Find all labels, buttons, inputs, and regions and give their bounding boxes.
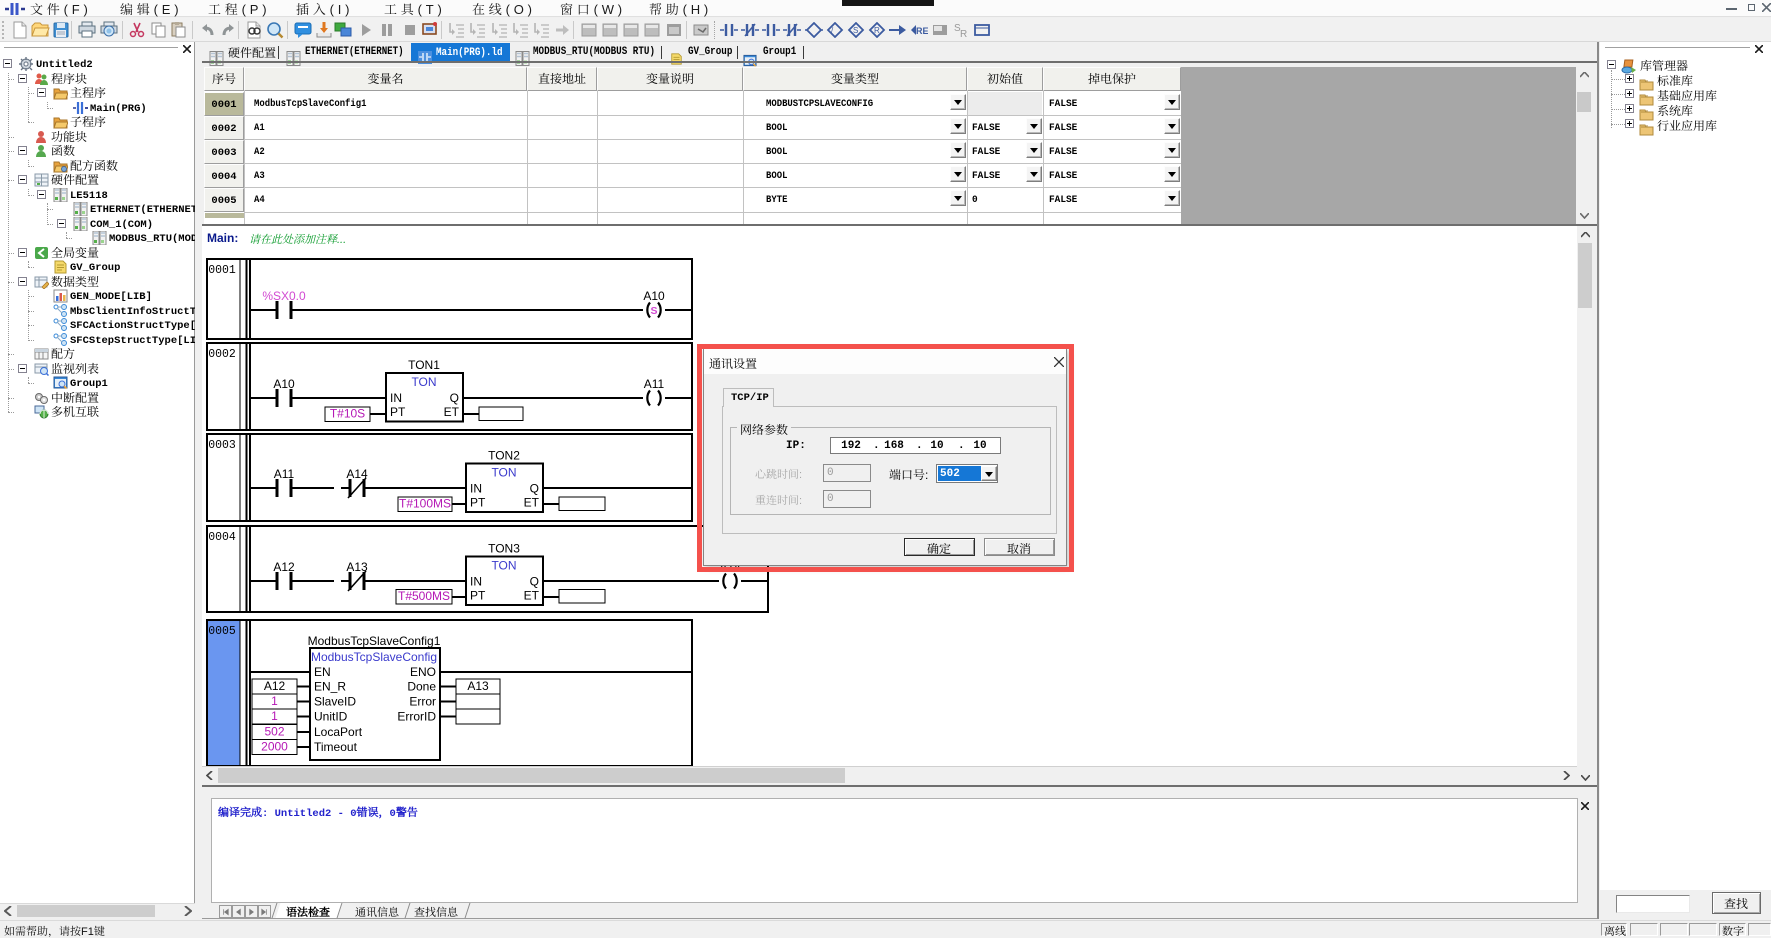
svg-text:2000: 2000	[261, 740, 288, 754]
svg-text:S: S	[650, 305, 657, 317]
svg-text:A13: A13	[346, 560, 368, 574]
svg-text:EN: EN	[314, 665, 331, 679]
svg-text:UnitID: UnitID	[314, 710, 348, 724]
svg-text:EN_R: EN_R	[314, 680, 346, 694]
svg-text:0005: 0005	[208, 625, 236, 638]
svg-text:PT: PT	[470, 589, 486, 603]
svg-text:RET: RET	[916, 26, 928, 36]
svg-text:ModbusTcpSlaveConfig1: ModbusTcpSlaveConfig1	[308, 634, 441, 648]
svg-text:T#100MS: T#100MS	[399, 497, 451, 511]
svg-text:A10: A10	[273, 377, 295, 391]
svg-text:TON: TON	[491, 559, 516, 573]
svg-text:Done: Done	[407, 680, 436, 694]
svg-text:%SX0.0: %SX0.0	[262, 289, 306, 303]
svg-text:LocaPort: LocaPort	[314, 725, 363, 739]
svg-text:TON3: TON3	[488, 542, 520, 556]
svg-text:ET: ET	[524, 589, 540, 603]
svg-text:TON: TON	[491, 466, 516, 480]
svg-text:IN: IN	[470, 575, 482, 589]
svg-text:0002: 0002	[208, 348, 236, 361]
svg-text:ModbusTcpSlaveConfig: ModbusTcpSlaveConfig	[311, 650, 437, 664]
svg-text:A11: A11	[274, 467, 295, 481]
svg-text:A13: A13	[467, 679, 489, 693]
svg-text:T#500MS: T#500MS	[398, 589, 450, 603]
svg-text:0001: 0001	[208, 264, 236, 277]
svg-text:TON2: TON2	[488, 449, 520, 463]
svg-text:R: R	[874, 25, 880, 36]
svg-text:Q: Q	[450, 391, 459, 405]
svg-text:ET: ET	[444, 405, 460, 419]
svg-text:T#10S: T#10S	[330, 407, 365, 421]
svg-text:IN: IN	[390, 391, 402, 405]
svg-text:Q: Q	[530, 575, 539, 589]
svg-text:S: S	[853, 25, 858, 36]
svg-text:Q: Q	[530, 482, 539, 496]
svg-text:0004: 0004	[208, 531, 236, 544]
svg-text:Timeout: Timeout	[314, 740, 358, 754]
svg-text:PT: PT	[470, 496, 486, 510]
svg-text:TON1: TON1	[408, 358, 440, 372]
svg-text:Error: Error	[409, 695, 436, 709]
svg-text:A12: A12	[264, 679, 286, 693]
svg-text:A11: A11	[644, 377, 665, 391]
svg-text:R: R	[960, 29, 967, 38]
svg-text:502: 502	[264, 725, 284, 739]
svg-text:0003: 0003	[208, 439, 236, 452]
svg-text:A12: A12	[273, 560, 295, 574]
svg-text:1: 1	[271, 694, 278, 708]
svg-text:A14: A14	[346, 467, 368, 481]
svg-text:PT: PT	[390, 405, 406, 419]
svg-text:ErrorID: ErrorID	[397, 710, 436, 724]
svg-text:TON: TON	[411, 375, 436, 389]
svg-text:IN: IN	[470, 482, 482, 496]
svg-text:ENO: ENO	[410, 665, 436, 679]
svg-text:1: 1	[271, 709, 278, 723]
svg-text:A10: A10	[643, 289, 665, 303]
svg-text:SlaveID: SlaveID	[314, 695, 356, 709]
svg-text:ET: ET	[524, 496, 540, 510]
